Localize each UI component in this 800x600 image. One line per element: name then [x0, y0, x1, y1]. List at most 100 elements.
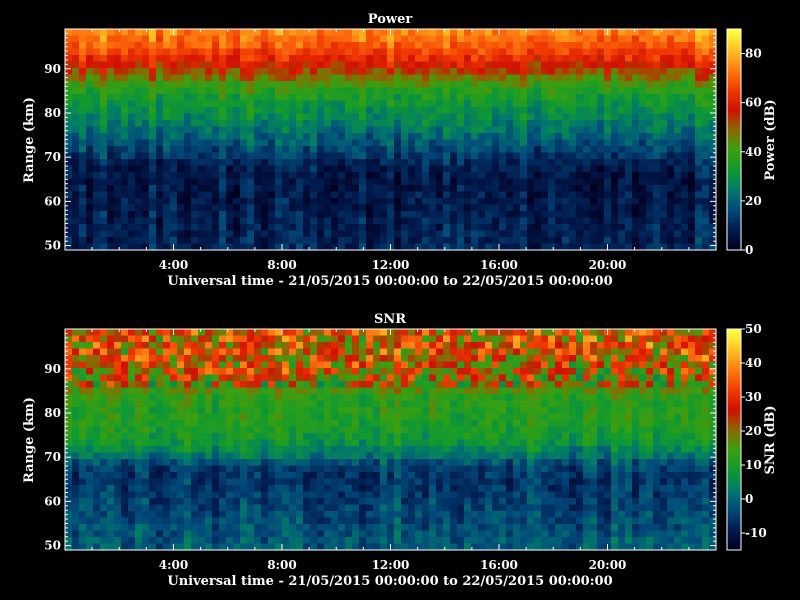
heat-cell	[541, 48, 549, 56]
heat-cell	[107, 498, 115, 506]
heat-cell	[324, 185, 332, 193]
heat-cell	[548, 120, 556, 128]
heat-cell	[499, 29, 507, 37]
heat-cell	[219, 491, 227, 499]
heat-cell	[366, 120, 374, 128]
heat-cell	[107, 426, 115, 434]
heat-cell	[275, 452, 283, 460]
heat-cell	[324, 329, 332, 337]
heat-cell	[653, 139, 661, 147]
heat-cell	[142, 48, 150, 56]
heat-cell	[114, 107, 122, 115]
heat-cell	[233, 374, 241, 382]
heat-cell	[114, 68, 122, 76]
heat-cell	[373, 491, 381, 499]
heat-cell	[527, 87, 535, 95]
heat-cell	[366, 420, 374, 428]
heat-cell	[338, 413, 346, 421]
heat-cell	[191, 42, 199, 50]
heat-cell	[352, 485, 360, 493]
heat-cell	[576, 230, 584, 238]
heat-cell	[618, 55, 626, 63]
heat-cell	[93, 465, 101, 473]
heat-cell	[450, 178, 458, 186]
heat-cell	[275, 178, 283, 186]
heat-cell	[121, 237, 129, 245]
heat-cell	[646, 217, 654, 225]
heat-cell	[296, 537, 304, 545]
heat-cell	[303, 537, 311, 545]
heat-cell	[149, 42, 157, 50]
heat-cell	[156, 498, 164, 506]
heat-cell	[436, 29, 444, 37]
heat-cell	[177, 530, 185, 538]
heat-cell	[625, 94, 633, 102]
heat-cell	[72, 446, 80, 454]
heat-cell	[149, 172, 157, 180]
heat-cell	[282, 237, 290, 245]
heat-cell	[240, 113, 248, 121]
heat-cell	[562, 198, 570, 206]
heat-cell	[373, 159, 381, 167]
heat-cell	[373, 329, 381, 337]
heat-cell	[310, 478, 318, 486]
heat-cell	[212, 387, 220, 395]
heat-cell	[289, 165, 297, 173]
heat-cell	[590, 139, 598, 147]
heat-cell	[667, 81, 675, 89]
heat-cell	[527, 94, 535, 102]
heat-cell	[296, 374, 304, 382]
heat-cell	[373, 172, 381, 180]
heat-cell	[93, 361, 101, 369]
heat-cell	[324, 407, 332, 415]
heat-cell	[142, 355, 150, 363]
heat-cell	[667, 217, 675, 225]
heat-cell	[135, 374, 143, 382]
heat-cell	[107, 211, 115, 219]
heat-cell	[198, 355, 206, 363]
heat-cell	[261, 172, 269, 180]
y-tick-label: 60	[44, 194, 61, 208]
heat-cell	[142, 368, 150, 376]
heat-cell	[79, 413, 87, 421]
heat-cell	[212, 374, 220, 382]
heat-cell	[590, 237, 598, 245]
heat-cell	[233, 29, 241, 37]
heat-cell	[527, 237, 535, 245]
heat-cell	[401, 211, 409, 219]
heat-cell	[149, 426, 157, 434]
heat-cell	[247, 133, 255, 141]
heat-cell	[492, 224, 500, 232]
heat-cell	[345, 61, 353, 69]
heat-cell	[408, 185, 416, 193]
heat-cell	[205, 374, 213, 382]
heat-cell	[142, 342, 150, 350]
heat-cell	[135, 230, 143, 238]
heat-cell	[247, 342, 255, 350]
heat-cell	[583, 94, 591, 102]
heat-cell	[352, 120, 360, 128]
heat-cell	[275, 113, 283, 121]
heat-cell	[478, 198, 486, 206]
heat-cell	[296, 478, 304, 486]
heat-cell	[702, 68, 710, 76]
heat-cell	[331, 120, 339, 128]
heat-cell	[184, 381, 192, 389]
heat-cell	[331, 361, 339, 369]
heat-cell	[86, 191, 94, 199]
heat-cell	[562, 172, 570, 180]
heat-cell	[268, 68, 276, 76]
heat-cell	[569, 107, 577, 115]
heat-cell	[212, 537, 220, 545]
heat-cell	[303, 165, 311, 173]
heat-cell	[478, 217, 486, 225]
heat-cell	[184, 55, 192, 63]
heat-cell	[219, 530, 227, 538]
heat-cell	[100, 107, 108, 115]
heat-cell	[212, 381, 220, 389]
heat-cell	[506, 29, 514, 37]
heat-cell	[702, 152, 710, 160]
heat-cell	[268, 361, 276, 369]
heat-cell	[674, 178, 682, 186]
heat-cell	[65, 159, 73, 167]
